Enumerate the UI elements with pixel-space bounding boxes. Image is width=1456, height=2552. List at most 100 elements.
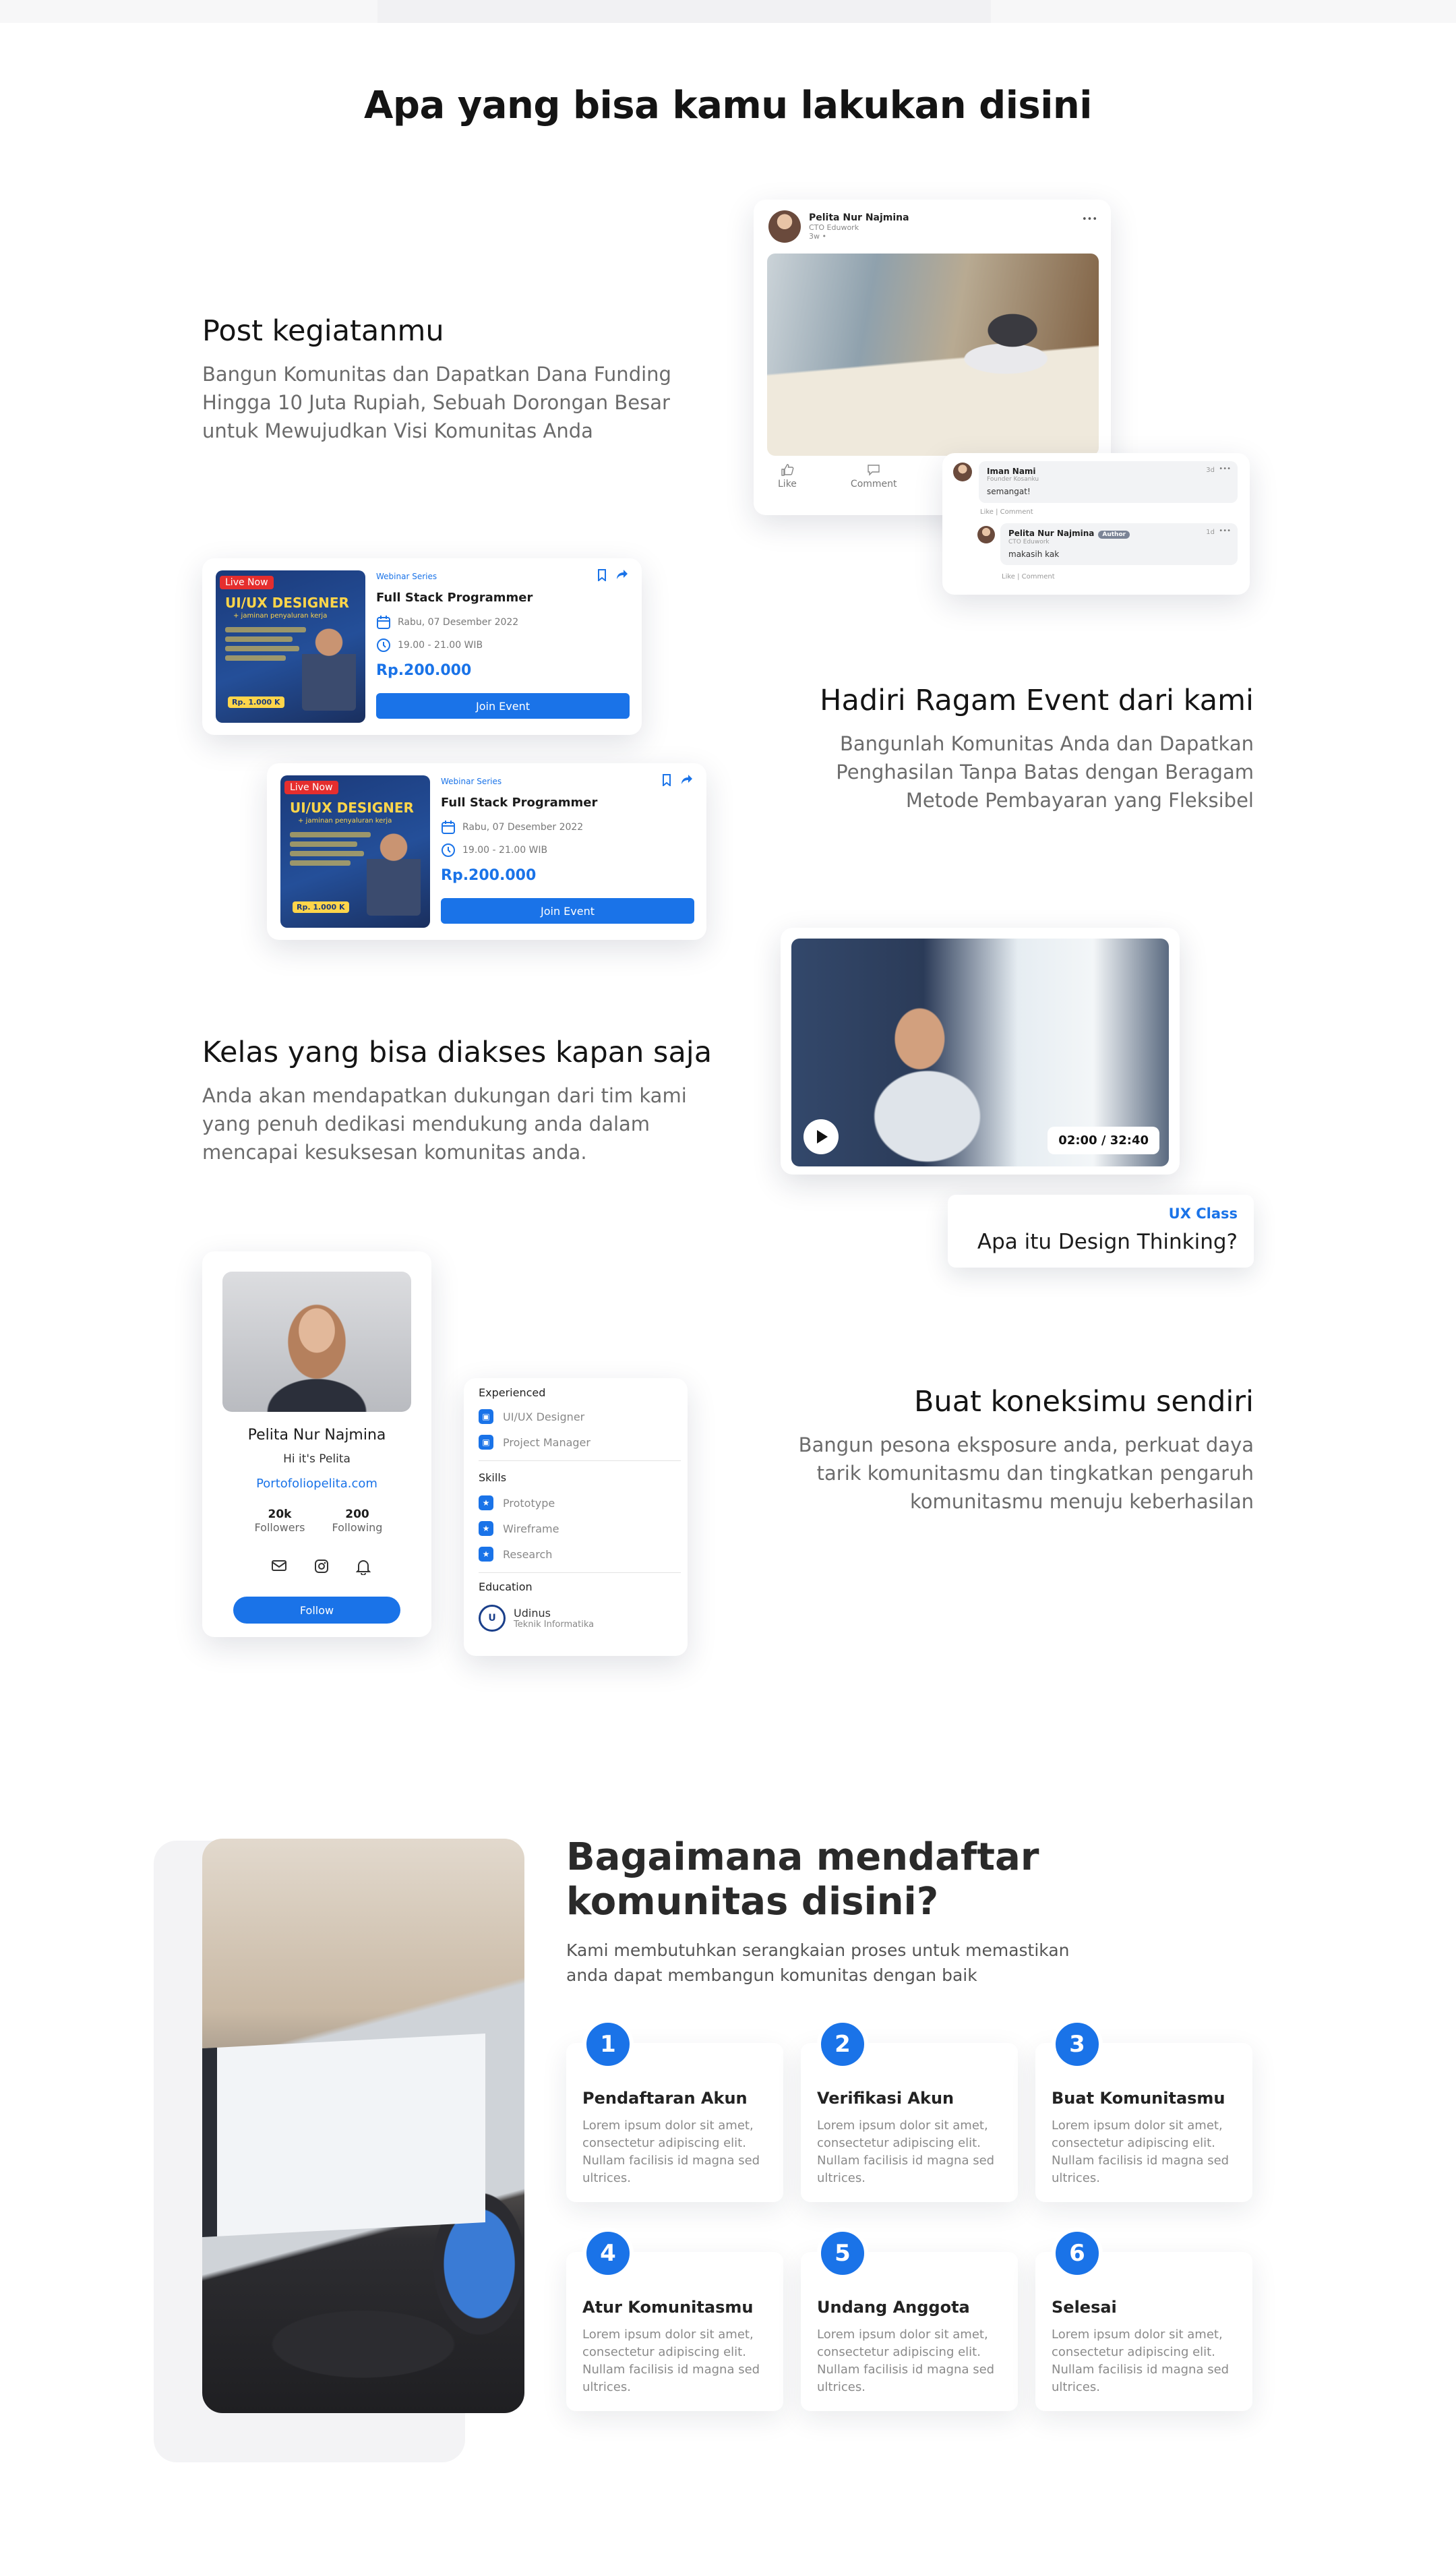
top-band bbox=[0, 0, 1456, 23]
author-badge: Author bbox=[1098, 531, 1130, 539]
profile-contacts bbox=[271, 1559, 371, 1575]
step-text: Lorem ipsum dolor sit amet, consectetur … bbox=[1052, 2118, 1230, 2185]
post-actions: Like Comment bbox=[778, 464, 897, 489]
feature-title: Hadiri Ragam Event dari kami bbox=[820, 684, 1254, 717]
badge-icon: ★ bbox=[479, 1521, 493, 1536]
comment-button[interactable]: Comment bbox=[851, 464, 897, 489]
university-logo-icon: U bbox=[479, 1605, 506, 1632]
share-icon[interactable] bbox=[616, 569, 628, 580]
event-date-text: Rabu, 07 Desember 2022 bbox=[462, 822, 584, 833]
calendar-icon bbox=[377, 616, 390, 629]
event-time: 19.00 - 21.00 WIB bbox=[441, 843, 547, 858]
experienced-heading: Experienced bbox=[479, 1386, 546, 1399]
event-date: Rabu, 07 Desember 2022 bbox=[441, 820, 583, 835]
howto-title-line1: Bagaimana mendaftar bbox=[566, 1835, 1039, 1879]
event-time: 19.00 - 21.00 WIB bbox=[376, 638, 483, 653]
bookmark-icon[interactable] bbox=[597, 569, 607, 581]
feature-description: Bangunlah Komunitas Anda dan Dapatkan Pe… bbox=[836, 732, 1254, 812]
followers-stat: 20k Followers bbox=[249, 1508, 310, 1534]
poster-title: UI/UX DESIGNER bbox=[225, 595, 349, 611]
join-event-button[interactable]: Join Event bbox=[441, 898, 694, 924]
divider bbox=[479, 1572, 681, 1573]
feature-description: Bangun pesona eksposure anda, perkuat da… bbox=[798, 1433, 1254, 1513]
step-text: Lorem ipsum dolor sit amet, consectetur … bbox=[817, 2118, 995, 2185]
step-title: Pendaftaran Akun bbox=[582, 2089, 748, 2108]
event-card: Live Now UI/UX DESIGNER + jaminan penyal… bbox=[202, 558, 642, 735]
comment-author: Pelita Nur Najmina bbox=[1008, 529, 1095, 538]
like-label: Like bbox=[778, 479, 797, 489]
more-icon[interactable]: ••• bbox=[1082, 214, 1097, 225]
profile-photo bbox=[222, 1272, 411, 1412]
event-price: Rp.200.000 bbox=[376, 662, 472, 679]
laptop-photo bbox=[202, 1839, 524, 2413]
comment-author: Iman Nami bbox=[987, 467, 1036, 476]
feature-events: Hadiri Ragam Event dari kami Bangunlah K… bbox=[768, 684, 1254, 814]
step-card: 2 Verifikasi Akun Lorem ipsum dolor sit … bbox=[801, 2019, 1018, 2202]
calendar-icon bbox=[442, 821, 455, 834]
instagram-icon[interactable] bbox=[314, 1559, 329, 1574]
following-stat: 200 Following bbox=[324, 1508, 391, 1534]
comment-text: semangat! bbox=[987, 487, 1031, 496]
experience-text: UI/UX Designer bbox=[503, 1410, 585, 1423]
play-icon[interactable] bbox=[803, 1119, 839, 1154]
following-label: Following bbox=[332, 1521, 383, 1534]
feature-title: Post kegiatanmu bbox=[202, 314, 444, 348]
event-title: Full Stack Programmer bbox=[441, 796, 598, 810]
speaker-image bbox=[367, 828, 421, 916]
follow-button[interactable]: Follow bbox=[233, 1597, 400, 1624]
bookmark-icon[interactable] bbox=[662, 774, 671, 786]
briefcase-icon: ▣ bbox=[479, 1409, 493, 1424]
like-button[interactable]: Like bbox=[778, 464, 797, 489]
avatar bbox=[768, 210, 801, 243]
comment-actions[interactable]: Like | Comment bbox=[1002, 573, 1055, 581]
skill-item: ★ Wireframe bbox=[479, 1521, 559, 1536]
comment-author-role: Founder Kosanku bbox=[987, 476, 1039, 483]
skill-text: Research bbox=[503, 1547, 553, 1561]
share-icon[interactable] bbox=[681, 774, 693, 785]
post-author-role: CTO Eduwork bbox=[809, 223, 859, 232]
comment-bubble: Pelita Nur Najmina Author CTO Eduwork mak… bbox=[1000, 523, 1238, 565]
comment-icon bbox=[868, 465, 880, 476]
bell-icon[interactable] bbox=[356, 1559, 371, 1575]
profile-card: Pelita Nur Najmina Hi it's Pelita Portof… bbox=[202, 1251, 431, 1637]
thumbs-up-icon bbox=[781, 464, 794, 476]
mail-icon[interactable] bbox=[271, 1559, 287, 1572]
page-title: Apa yang bisa kamu lakukan disini bbox=[364, 84, 1092, 127]
skill-item: ★ Research bbox=[479, 1547, 552, 1562]
school-name: Udinus bbox=[514, 1607, 551, 1620]
skill-item: ★ Prototype bbox=[479, 1495, 555, 1510]
video-player[interactable]: 02:00 / 32:40 bbox=[791, 939, 1169, 1166]
class-card[interactable]: UX Class Apa itu Design Thinking? bbox=[948, 1195, 1254, 1268]
comment-time: 3d bbox=[1206, 467, 1215, 474]
event-icons bbox=[662, 774, 693, 786]
speaker-image bbox=[302, 623, 356, 711]
live-badge: Live Now bbox=[284, 781, 338, 794]
comment-text: makasih kak bbox=[1008, 550, 1060, 559]
join-event-button[interactable]: Join Event bbox=[376, 693, 630, 719]
event-price: Rp.200.000 bbox=[441, 867, 537, 884]
class-category: UX Class bbox=[1168, 1206, 1238, 1222]
badge-icon: ★ bbox=[479, 1495, 493, 1510]
step-text: Lorem ipsum dolor sit amet, consectetur … bbox=[582, 2118, 760, 2185]
profile-details-card: Experienced ▣ UI/UX Designer ▣ Project Man… bbox=[464, 1378, 688, 1656]
more-icon[interactable]: ••• bbox=[1219, 465, 1231, 473]
profile-link[interactable]: Portofoliopelita.com bbox=[202, 1477, 431, 1491]
education-heading: Education bbox=[479, 1580, 533, 1593]
step-card: 4 Atur Komunitasmu Lorem ipsum dolor sit… bbox=[566, 2228, 783, 2411]
step-number: 1 bbox=[582, 2019, 634, 2070]
step-card: 3 Buat Komunitasmu Lorem ipsum dolor sit… bbox=[1035, 2019, 1252, 2202]
step-title: Atur Komunitasmu bbox=[582, 2298, 754, 2317]
comment-actions[interactable]: Like | Comment bbox=[980, 508, 1033, 516]
more-icon[interactable]: ••• bbox=[1219, 527, 1231, 535]
step-card: 5 Undang Anggota Lorem ipsum dolor sit a… bbox=[801, 2228, 1018, 2411]
experience-text: Project Manager bbox=[503, 1435, 590, 1449]
comments-card: Iman Nami Founder Kosanku semangat! 3d •… bbox=[942, 453, 1250, 595]
step-title: Undang Anggota bbox=[817, 2298, 970, 2317]
comment-label: Comment bbox=[850, 479, 897, 489]
event-series: Webinar Series bbox=[376, 572, 437, 581]
event-title: Full Stack Programmer bbox=[376, 591, 533, 605]
poster-subtitle: + jaminan penyaluran kerja bbox=[298, 817, 392, 825]
comment-bubble: Iman Nami Founder Kosanku semangat! 3d •… bbox=[979, 461, 1238, 503]
step-title: Selesai bbox=[1052, 2298, 1117, 2317]
event-date-text: Rabu, 07 Desember 2022 bbox=[398, 617, 519, 628]
